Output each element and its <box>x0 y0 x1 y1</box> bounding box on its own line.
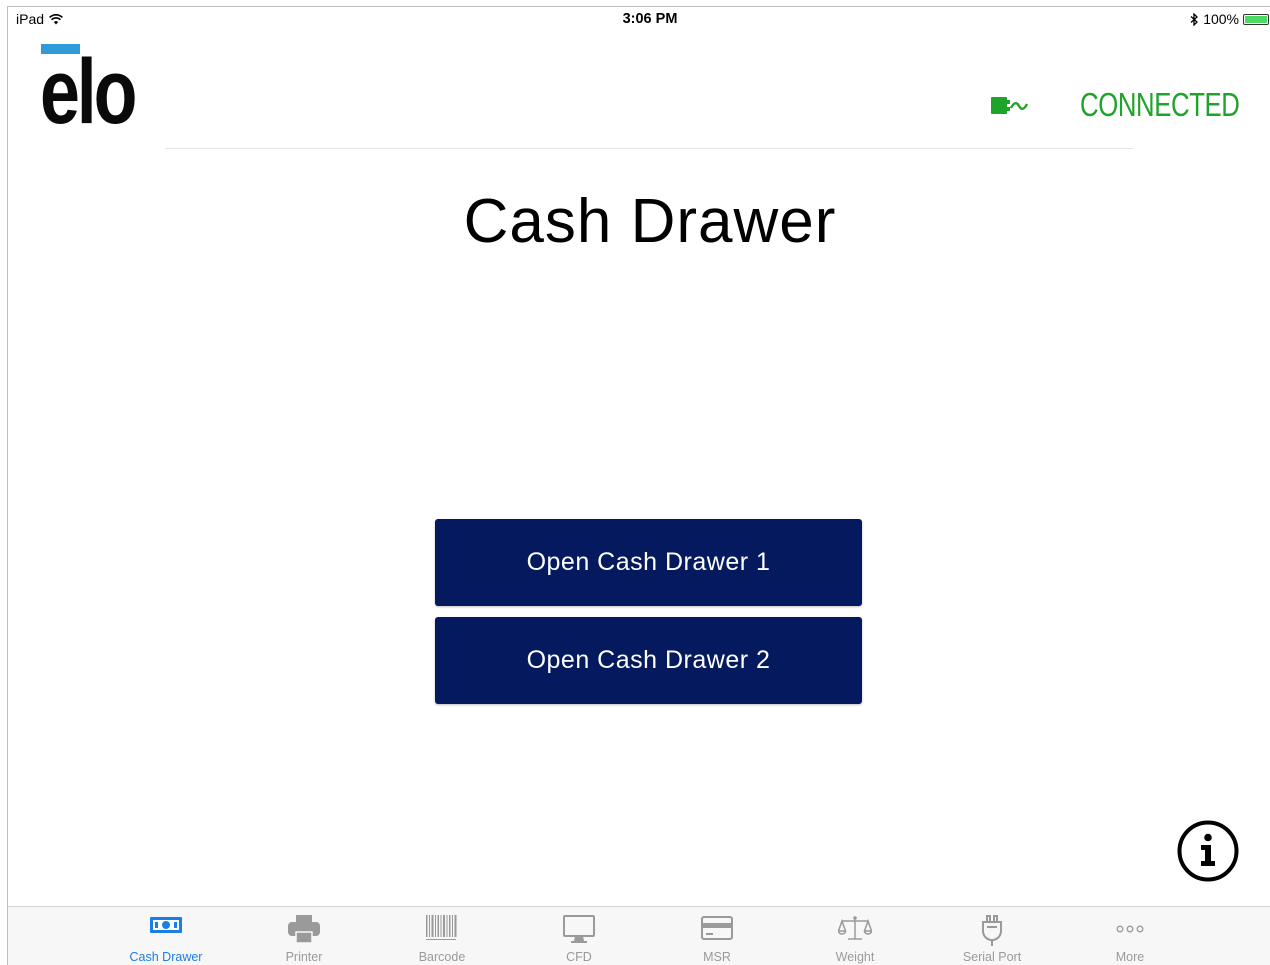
tab-msr[interactable]: MSR <box>657 907 777 965</box>
elo-logo: elo <box>40 44 155 138</box>
connection-status: CONNECTED <box>989 86 1240 124</box>
tab-label: More <box>1115 950 1145 964</box>
page-title: Cash Drawer <box>463 187 837 256</box>
barcode-icon <box>426 915 457 940</box>
info-button[interactable] <box>1177 820 1239 882</box>
battery-percent: 100% <box>1203 11 1239 27</box>
tab-label: Printer <box>285 950 323 964</box>
tab-more[interactable]: More <box>1070 907 1190 965</box>
status-time: 3:06 PM <box>622 11 678 27</box>
connection-status-label: CONNECTED <box>1080 86 1240 123</box>
tab-cfd[interactable]: CFD <box>519 907 639 965</box>
tab-weight[interactable]: Weight <box>795 907 915 965</box>
tab-label: MSR <box>703 950 731 964</box>
battery-fill <box>1245 15 1267 23</box>
tab-label: CFD <box>566 950 592 964</box>
tab-bar: Cash Drawer Printer Barcode CFD MSR Weig… <box>8 906 1270 965</box>
header-divider <box>165 148 1133 149</box>
bluetooth-icon <box>1190 12 1199 26</box>
card-icon <box>701 916 733 940</box>
printer-icon <box>288 915 320 944</box>
tab-serial-port[interactable]: Serial Port <box>932 907 1052 965</box>
battery-icon <box>1243 13 1269 25</box>
tab-label: Barcode <box>418 950 466 964</box>
tab-label: Serial Port <box>962 950 1022 964</box>
tab-cash-drawer[interactable]: Cash Drawer <box>106 907 226 965</box>
open-cash-drawer-1-button[interactable]: Open Cash Drawer 1 <box>435 519 862 606</box>
status-right: 100% <box>1190 11 1269 27</box>
scale-icon <box>838 916 872 940</box>
tab-label: Cash Drawer <box>129 950 203 964</box>
cash-drawer-icon <box>150 917 182 933</box>
logo-text: elo <box>40 41 137 143</box>
open-cash-drawer-2-button[interactable]: Open Cash Drawer 2 <box>435 617 862 704</box>
info-circle-icon <box>1177 820 1239 882</box>
tab-barcode[interactable]: Barcode <box>382 907 502 965</box>
plug-icon <box>982 915 1002 946</box>
tab-label: Weight <box>835 950 875 964</box>
screen-frame <box>7 6 1270 965</box>
status-bar: iPad 3:06 PM 100% <box>0 8 1270 30</box>
plug-connected-icon <box>991 97 1029 114</box>
monitor-icon <box>563 915 595 943</box>
more-icon <box>1116 925 1144 933</box>
tab-printer[interactable]: Printer <box>244 907 364 965</box>
